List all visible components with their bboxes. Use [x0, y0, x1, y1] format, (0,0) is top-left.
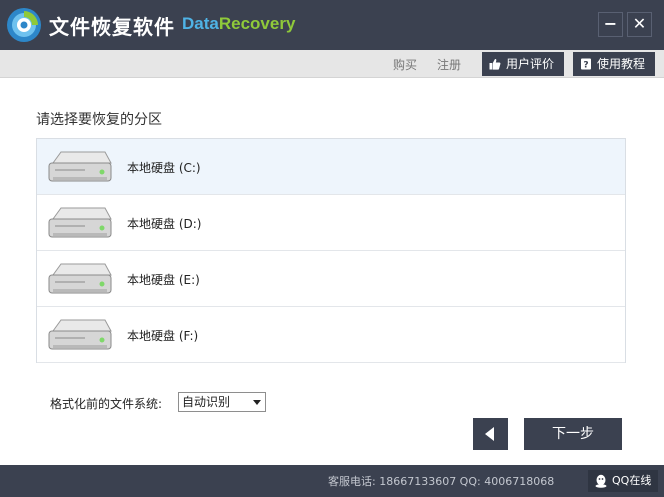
partition-list: 本地硬盘 (C:) 本地硬盘 (D:) 本地硬盘 (E:) 本地硬盘 (F:)	[36, 138, 626, 363]
svg-text:?: ?	[583, 61, 588, 71]
minimize-button[interactable]: −	[598, 12, 623, 37]
qq-online-button[interactable]: QQ在线	[588, 470, 658, 492]
tutorial-label: 使用教程	[597, 57, 646, 71]
top-toolbar: 购买 注册 用户评价 ? 使用教程	[0, 50, 664, 78]
title-bar: 文件恢复软件 DataRecovery − ✕	[0, 0, 664, 50]
brand-name: DataRecovery	[182, 14, 295, 34]
brand-data: Data	[182, 14, 219, 33]
support-contact: 客服电话: 18667133607 QQ: 4006718068	[328, 475, 555, 488]
filesystem-select-value: 自动识别	[182, 395, 231, 409]
back-button[interactable]	[473, 418, 508, 450]
hard-disk-icon	[48, 263, 112, 294]
partition-row-e[interactable]: 本地硬盘 (E:)	[37, 251, 625, 307]
partition-label: 本地硬盘 (E:)	[127, 273, 200, 287]
partition-label: 本地硬盘 (D:)	[127, 217, 202, 231]
section-title: 请选择要恢复的分区	[36, 112, 162, 128]
hard-disk-icon	[48, 151, 112, 182]
chevron-down-icon	[253, 400, 261, 405]
register-link[interactable]: 注册	[437, 56, 461, 73]
buy-link[interactable]: 购买	[393, 56, 417, 73]
hard-disk-icon	[48, 319, 112, 350]
next-button[interactable]: 下一步	[524, 418, 622, 450]
brand-recovery: Recovery	[218, 14, 296, 33]
app-title: 文件恢复软件	[49, 15, 175, 39]
app-logo-icon	[7, 8, 41, 42]
arrow-left-icon	[485, 427, 494, 441]
thumbs-up-icon	[489, 58, 501, 70]
qq-online-label: QQ在线	[612, 474, 652, 487]
partition-label: 本地硬盘 (C:)	[127, 161, 201, 175]
partition-row-f[interactable]: 本地硬盘 (F:)	[37, 307, 625, 363]
partition-row-d[interactable]: 本地硬盘 (D:)	[37, 195, 625, 251]
help-book-icon: ?	[581, 58, 591, 71]
user-review-label: 用户评价	[506, 57, 555, 71]
filesystem-label: 格式化前的文件系统:	[50, 397, 163, 411]
hard-disk-icon	[48, 207, 112, 238]
partition-row-c[interactable]: 本地硬盘 (C:)	[37, 139, 625, 195]
tutorial-button[interactable]: ? 使用教程	[573, 52, 655, 76]
partition-label: 本地硬盘 (F:)	[127, 329, 199, 343]
close-button[interactable]: ✕	[627, 12, 652, 37]
user-review-button[interactable]: 用户评价	[482, 52, 564, 76]
qq-penguin-icon	[595, 474, 607, 488]
filesystem-select[interactable]: 自动识别	[178, 392, 266, 412]
footer-bar: 客服电话: 18667133607 QQ: 4006718068 QQ在线	[0, 465, 664, 497]
